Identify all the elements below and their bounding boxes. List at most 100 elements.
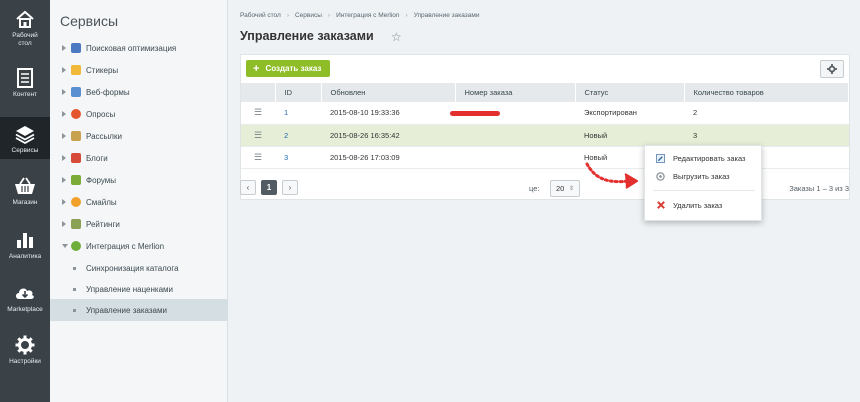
column-header-qty[interactable]: Количество товаров xyxy=(684,83,849,102)
column-header-id[interactable]: ID xyxy=(275,83,322,102)
menu-item-label: Удалить заказ xyxy=(673,200,723,210)
expand-arrow-icon[interactable] xyxy=(62,45,66,51)
cell-number xyxy=(455,124,575,147)
sub-item-label: Управление заказами xyxy=(86,305,167,315)
poll-icon xyxy=(71,109,81,119)
rail-label: Аналитика xyxy=(8,253,42,260)
gear-icon xyxy=(827,64,837,74)
menu-item-seo[interactable]: Поисковая оптимизация xyxy=(50,37,228,59)
menu-item-stickers[interactable]: Стикеры xyxy=(50,59,228,81)
menu-item-forums[interactable]: Форумы xyxy=(50,169,228,191)
sub-item-label: Управление наценками xyxy=(86,284,174,294)
expand-arrow-icon[interactable] xyxy=(62,111,66,117)
table-settings-button[interactable] xyxy=(820,60,844,78)
sticker-icon xyxy=(71,65,81,75)
mail-icon xyxy=(71,131,81,141)
menu-item-merlion[interactable]: Интеграция с Merlion xyxy=(50,235,228,257)
current-page-button[interactable]: 1 xyxy=(261,180,277,195)
menu-item-polls[interactable]: Опросы xyxy=(50,103,228,125)
breadcrumb-separator: › xyxy=(405,12,408,19)
row-menu-icon[interactable]: ☰ xyxy=(241,124,275,147)
expand-arrow-icon[interactable] xyxy=(62,155,66,161)
cell-updated: 2015-08-26 17:03:09 xyxy=(321,146,455,169)
menu-item-blogs[interactable]: Блоги xyxy=(50,147,228,169)
menu-item-label: Блоги xyxy=(86,153,108,163)
column-header-menu xyxy=(241,83,276,102)
bullet-icon xyxy=(73,287,76,291)
column-header-updated[interactable]: Обновлен xyxy=(321,83,456,102)
row-menu-icon[interactable]: ☰ xyxy=(241,102,275,125)
per-page-select[interactable]: 20 ⇕ xyxy=(550,180,580,197)
next-page-button[interactable]: › xyxy=(282,180,298,195)
menu-item-mailings[interactable]: Рассылки xyxy=(50,125,228,147)
delete-icon xyxy=(656,201,665,210)
create-order-button[interactable]: + Создать заказ xyxy=(246,60,330,77)
cloud-download-icon xyxy=(14,282,36,304)
column-header-number[interactable]: Номер заказа xyxy=(455,83,576,102)
menu-item-label: Форумы xyxy=(86,175,117,185)
menu-item-label: Стикеры xyxy=(86,65,119,75)
rail-marketplace[interactable]: Marketplace xyxy=(0,276,50,326)
cell-updated: 2015-08-10 19:33:36 xyxy=(321,102,455,125)
sub-item-orders[interactable]: Управление заказами xyxy=(50,299,228,321)
redaction-mark xyxy=(450,111,500,116)
cell-id[interactable]: 3 xyxy=(275,146,321,169)
table-row[interactable]: ☰ 1 2015-08-10 19:33:36 Экспортирован 2 xyxy=(241,102,849,125)
rail-label: Настройки xyxy=(9,358,41,365)
prev-page-button[interactable]: ‹ xyxy=(240,180,256,195)
icon-rail: Рабочий стол Контент Сервисы Магазин Ана… xyxy=(0,0,50,402)
rail-analytics[interactable]: Аналитика xyxy=(0,223,50,273)
rail-settings[interactable]: Настройки xyxy=(0,328,50,378)
rail-shop[interactable]: Магазин xyxy=(0,169,50,219)
breadcrumb-separator: › xyxy=(286,12,289,19)
cell-status: Новый xyxy=(575,124,684,147)
rating-icon xyxy=(71,219,81,229)
expand-arrow-icon[interactable] xyxy=(62,67,66,73)
rail-services[interactable]: Сервисы xyxy=(0,117,50,159)
favorite-star-icon[interactable]: ☆ xyxy=(391,30,402,44)
menu-title: Сервисы xyxy=(60,13,119,29)
cell-id[interactable]: 1 xyxy=(275,102,321,125)
breadcrumb-link[interactable]: Рабочий стол xyxy=(240,12,281,19)
menu-item-delete-order[interactable]: Удалить заказ xyxy=(645,197,763,213)
collapse-arrow-icon[interactable] xyxy=(62,244,68,248)
table-row[interactable]: ☰ 2 2015-08-26 16:35:42 Новый 3 xyxy=(241,124,849,147)
sub-item-markups[interactable]: Управление наценками xyxy=(50,278,228,300)
menu-item-smileys[interactable]: Смайлы xyxy=(50,191,228,213)
row-menu-icon[interactable]: ☰ xyxy=(241,146,275,169)
rail-content[interactable]: Контент xyxy=(0,61,50,111)
rail-desktop[interactable]: Рабочий стол xyxy=(0,2,50,52)
records-summary: Заказы 1 – 3 из 3 xyxy=(789,184,849,193)
menu-item-webforms[interactable]: Веб-формы xyxy=(50,81,228,103)
expand-arrow-icon[interactable] xyxy=(62,221,66,227)
services-menu: Сервисы Поисковая оптимизация Стикеры Ве… xyxy=(50,0,228,402)
menu-item-label: Рейтинги xyxy=(86,219,120,229)
expand-arrow-icon[interactable] xyxy=(62,133,66,139)
menu-item-export-order[interactable]: Выгрузить заказ xyxy=(645,168,763,184)
expand-arrow-icon[interactable] xyxy=(62,177,66,183)
rail-label: Контент xyxy=(12,91,38,98)
plus-icon: + xyxy=(253,62,260,75)
table-header-row: ID Обновлен Номер заказа Статус Количест… xyxy=(241,83,849,102)
breadcrumb-link[interactable]: Сервисы xyxy=(295,12,322,19)
bullet-icon xyxy=(73,308,76,312)
expand-arrow-icon[interactable] xyxy=(62,199,66,205)
rail-label: Рабочий стол xyxy=(12,32,38,47)
column-header-status[interactable]: Статус xyxy=(575,83,685,102)
expand-arrow-icon[interactable] xyxy=(62,89,66,95)
cell-id[interactable]: 2 xyxy=(275,124,321,147)
sub-item-catalog-sync[interactable]: Синхронизация каталога xyxy=(50,257,228,279)
menu-item-label: Редактировать заказ xyxy=(673,153,746,163)
menu-item-ratings[interactable]: Рейтинги xyxy=(50,213,228,235)
menu-item-edit-order[interactable]: Редактировать заказ xyxy=(645,150,763,166)
per-page-label: це: xyxy=(529,184,540,193)
cell-qty: 3 xyxy=(684,124,849,147)
breadcrumb-link[interactable]: Интеграция с Merlion xyxy=(336,12,399,19)
webform-icon xyxy=(71,87,81,97)
breadcrumb: Рабочий стол › Сервисы › Интеграция с Me… xyxy=(240,12,479,19)
menu-item-label: Поисковая оптимизация xyxy=(86,43,177,53)
main-content: Рабочий стол › Сервисы › Интеграция с Me… xyxy=(229,0,860,402)
gear-icon xyxy=(14,334,36,356)
breadcrumb-current: Управление заказами xyxy=(413,12,480,19)
cell-updated: 2015-08-26 16:35:42 xyxy=(321,124,455,147)
